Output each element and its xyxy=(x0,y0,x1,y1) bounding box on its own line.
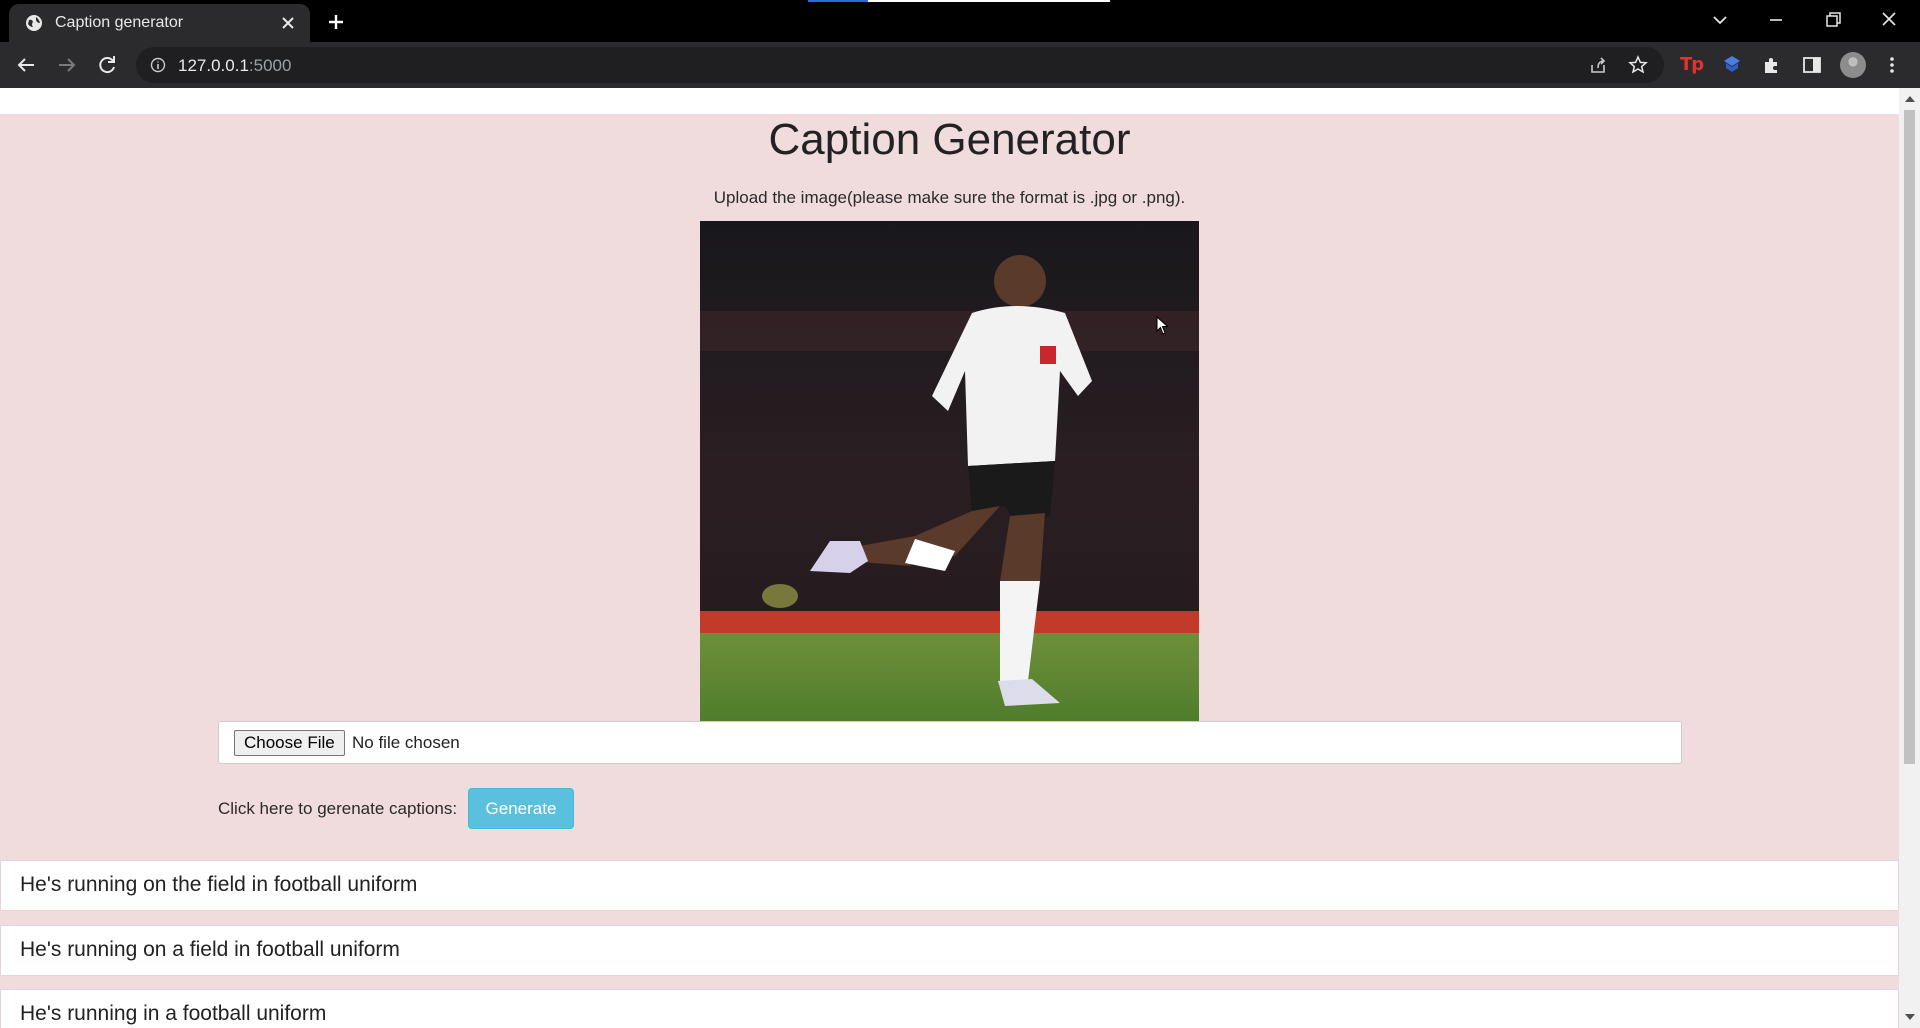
browser-toolbar: 127.0.0.1:5000 xyxy=(0,42,1920,88)
caption-text: He's running on a field in football unif… xyxy=(20,938,400,961)
more-menu-icon[interactable] xyxy=(1881,54,1903,76)
forward-icon[interactable] xyxy=(55,53,79,77)
page-scrollbar[interactable] xyxy=(1899,88,1920,1028)
caption-text: He's running on the field in football un… xyxy=(20,873,418,896)
mouse-cursor-icon xyxy=(1156,316,1169,335)
upload-instructions: Upload the image(please make sure the fo… xyxy=(713,188,1186,207)
file-status: No file chosen xyxy=(352,733,460,752)
caption-item: He's running in a football uniform xyxy=(0,989,1899,1028)
page-title: Caption Generator xyxy=(768,115,1131,164)
uploaded-image-preview xyxy=(700,221,1199,721)
tab-title: Caption generator xyxy=(55,14,184,31)
restore-icon[interactable] xyxy=(1820,8,1846,32)
browser-tab[interactable]: Caption generator xyxy=(9,4,310,42)
back-icon[interactable] xyxy=(14,53,38,77)
caption-item: He's running on a field in football unif… xyxy=(0,925,1899,976)
top-strip xyxy=(0,88,1899,114)
page-viewport: Caption Generator Upload the image(pleas… xyxy=(0,88,1899,1028)
reload-icon[interactable] xyxy=(95,53,119,77)
site-info-icon[interactable] xyxy=(150,57,166,73)
scrollbar-thumb[interactable] xyxy=(1904,110,1915,764)
window-top-line-accent xyxy=(808,0,868,2)
generate-label: Click here to gerenate captions: xyxy=(218,799,458,818)
url-port: :5000 xyxy=(248,56,292,75)
scroll-up-arrow-icon[interactable] xyxy=(1905,96,1915,102)
side-panel-icon[interactable] xyxy=(1801,54,1823,76)
close-tab-icon[interactable] xyxy=(281,16,295,30)
url-host: 127.0.0.1 xyxy=(178,56,249,75)
generate-button[interactable]: Generate xyxy=(468,788,574,829)
choose-file-button[interactable]: Choose File xyxy=(234,730,345,756)
scroll-down-arrow-icon[interactable] xyxy=(1905,1014,1915,1020)
file-input-container: Choose File No file chosen xyxy=(218,721,1682,764)
url-text: 127.0.0.1:5000 xyxy=(178,56,291,76)
profile-avatar[interactable] xyxy=(1840,52,1866,78)
address-bar[interactable]: 127.0.0.1:5000 xyxy=(136,47,1664,83)
shield-extension-icon[interactable] xyxy=(1721,54,1743,76)
puzzle-extensions-icon[interactable] xyxy=(1761,54,1783,76)
close-window-icon[interactable] xyxy=(1876,8,1902,32)
new-tab-icon[interactable] xyxy=(326,12,346,32)
caption-item: He's running on the field in football un… xyxy=(0,860,1899,911)
tab-search-icon[interactable] xyxy=(1707,8,1733,32)
browser-title-bar: Caption generator xyxy=(0,0,1920,42)
share-icon[interactable] xyxy=(1588,56,1608,76)
globe-icon xyxy=(26,15,42,31)
caption-text: He's running in a football uniform xyxy=(20,1002,327,1025)
minimize-icon[interactable] xyxy=(1763,8,1789,32)
bookmark-star-icon[interactable] xyxy=(1628,55,1648,75)
tp-extension-icon[interactable]: Tp xyxy=(1680,54,1704,75)
